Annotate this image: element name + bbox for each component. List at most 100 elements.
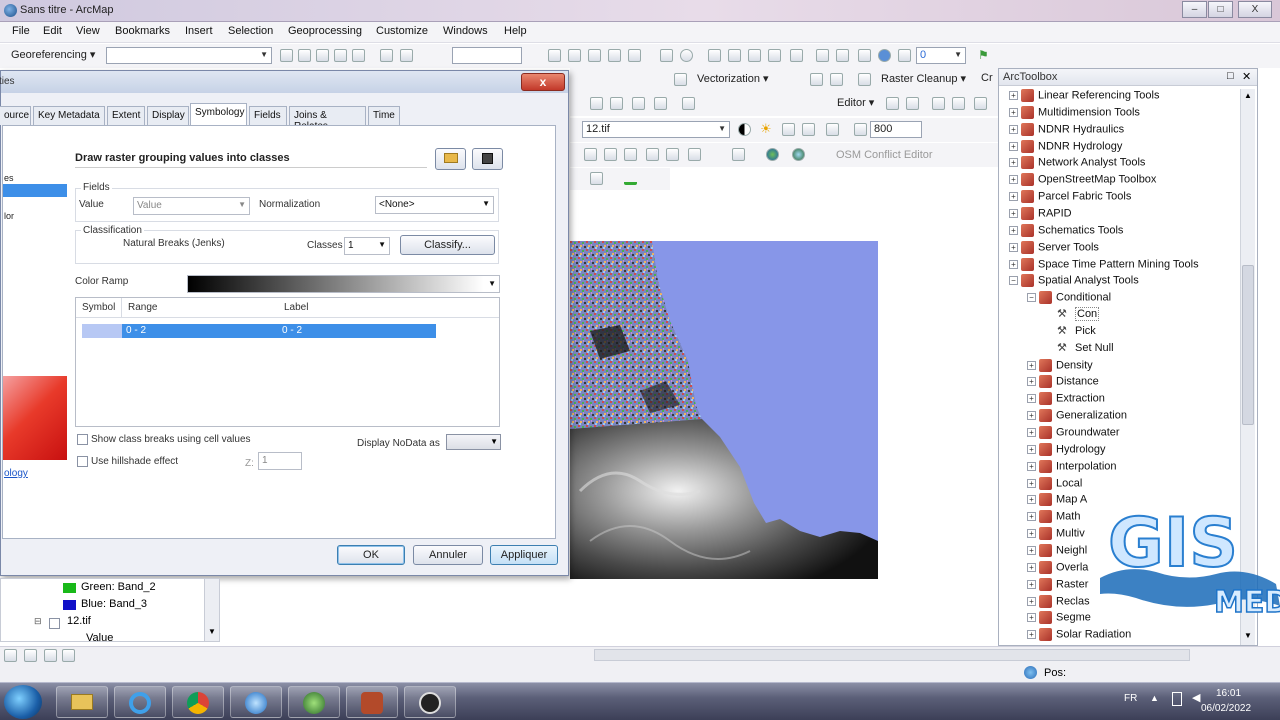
raster-icon-b[interactable] [610,97,623,110]
table-view-icon[interactable] [748,49,761,62]
toolbox-tree-item[interactable]: + Interpolation [1027,459,1117,477]
osm-globe-icon[interactable] [792,148,805,161]
taskbar-obs[interactable] [404,686,456,718]
classify-button[interactable]: Classify... [400,235,495,255]
symbol-column-header[interactable]: Symbol [82,302,115,313]
sketch-icon[interactable] [708,49,721,62]
layout-icon[interactable] [790,49,803,62]
expand-icon[interactable]: + [1027,461,1036,471]
restore-icon[interactable]: □ [1227,70,1234,82]
swipe-layer-icon[interactable] [826,123,839,136]
menu-insert[interactable]: Insert [185,25,213,37]
range-column-header[interactable]: Range [128,302,157,313]
open-folder-button[interactable] [435,148,466,170]
menu-bookmarks[interactable]: Bookmarks [115,25,170,37]
volume-icon[interactable]: ◀ [1192,691,1200,704]
link-table-icon[interactable] [316,49,329,62]
tab-fields[interactable]: Fields [249,106,287,125]
value-field-combo[interactable]: Value ▼ [133,197,250,215]
rotate-feature-icon[interactable] [628,49,641,62]
menu-selection[interactable]: Selection [228,25,273,37]
tool-d-icon[interactable] [646,148,659,161]
toolbox-tree-item[interactable]: + Map A [1027,493,1087,510]
toolbox-tree-item[interactable]: + Density [1027,358,1093,376]
menu-geoprocessing[interactable]: Geoprocessing [288,25,362,37]
clock-time[interactable]: 16:01 [1216,688,1241,699]
toolbox-tree-item[interactable]: + Parcel Fabric Tools [1009,190,1131,207]
collapse-icon[interactable]: − [1009,276,1018,286]
class-range[interactable]: 0 - 2 [126,325,146,336]
split-icon[interactable] [608,49,621,62]
menu-help[interactable]: Help [504,25,527,37]
pen-color-icon[interactable] [590,172,603,185]
toolbox-tree-item[interactable]: + RAPID [1009,206,1072,224]
table-row[interactable]: 0 - 2 0 - 2 [82,324,436,338]
language-indicator[interactable]: FR [1124,693,1137,704]
expand-icon[interactable]: + [1009,91,1018,100]
renderer-selected-item[interactable] [3,184,67,197]
toolbox-tree-item[interactable]: − Spatial Analyst Tools [1009,274,1139,291]
tool-g-icon[interactable] [732,148,745,161]
fill-color-icon[interactable] [624,172,637,185]
toolbox-tree-item[interactable]: + Network Analyst Tools [1009,156,1145,173]
expand-icon[interactable]: + [1027,360,1036,370]
tab-extent[interactable]: Extent [107,106,145,125]
toolbox-tree-item[interactable]: ⚒ Pick [1045,325,1096,342]
editor-menu[interactable]: Editor ▾ [834,95,880,112]
pencil-icon[interactable] [830,73,843,86]
expand-icon[interactable]: + [1027,596,1036,606]
scroll-down-icon[interactable]: ▼ [1244,631,1252,640]
raster-icon-d[interactable] [654,97,667,110]
attributes-icon[interactable] [660,49,673,62]
tool-b-icon[interactable] [604,148,617,161]
georef-value-input[interactable] [452,47,522,64]
taskbar-chrome[interactable] [172,686,224,718]
zoom-resolution-icon[interactable] [854,123,867,136]
toolbox-tree-item[interactable]: + Multidimension Tools [1009,105,1140,123]
layer-visibility-checkbox[interactable] [49,618,60,629]
horizontal-scrollbar[interactable] [594,649,1190,661]
toolbox-tree-item[interactable]: + Raster [1027,577,1088,595]
transparency-icon[interactable] [782,123,795,136]
flag-icon[interactable]: ⚑ [978,49,991,62]
apply-button[interactable]: Appliquer [490,545,558,565]
layout-view-icon[interactable] [24,649,37,662]
taskbar-search-app[interactable] [230,686,282,718]
menu-customize[interactable]: Customize [376,25,428,37]
tab-display[interactable]: Display [147,106,189,125]
toolbox-tree-item[interactable]: ⚒ Set Null [1045,342,1114,359]
rotate-icon[interactable] [334,49,347,62]
topology-icon[interactable] [728,49,741,62]
normalization-combo[interactable]: <None> ▼ [375,196,494,214]
tab-joins-relates[interactable]: Joins & Relates [289,106,366,132]
toolbox-tree-item[interactable]: + Math [1027,510,1080,527]
expand-icon[interactable]: + [1009,141,1018,151]
brightness-icon[interactable]: ☀ [760,122,773,136]
tab-symbology[interactable]: Symbology [190,103,247,126]
tool-f-icon[interactable] [688,148,701,161]
expand-icon[interactable]: + [1009,124,1018,134]
data-view-icon[interactable] [4,649,17,662]
taskbar-explorer[interactable] [56,686,108,718]
nodata-color-picker[interactable]: ▼ [446,434,501,450]
green-band-label[interactable]: Green: Band_2 [81,581,156,593]
viewer-icon[interactable] [400,49,413,62]
shift-icon[interactable] [352,49,365,62]
clock-date[interactable]: 06/02/2022 [1201,703,1251,714]
label-column-header[interactable]: Label [284,302,308,313]
symbology-help-link[interactable]: ology [4,468,28,479]
swipe-icon[interactable] [802,123,815,136]
renderer-item-fragment[interactable]: es [4,173,14,183]
edit-annotation-icon[interactable] [906,97,919,110]
dialog-close-button[interactable]: x [521,73,565,91]
save-button[interactable] [472,148,503,170]
toolbox-tree-item[interactable]: + Schematics Tools [1009,223,1123,241]
tool-a-icon[interactable] [584,148,597,161]
raster-icon-a[interactable] [590,97,603,110]
cr-menu[interactable]: Cr [980,71,998,88]
toolbox-tree-item[interactable]: + Extraction [1027,392,1105,409]
python-icon[interactable] [858,49,871,62]
expand-icon[interactable]: + [1027,411,1036,421]
class-symbol-swatch[interactable] [82,324,122,338]
expand-icon[interactable]: + [1027,394,1036,404]
